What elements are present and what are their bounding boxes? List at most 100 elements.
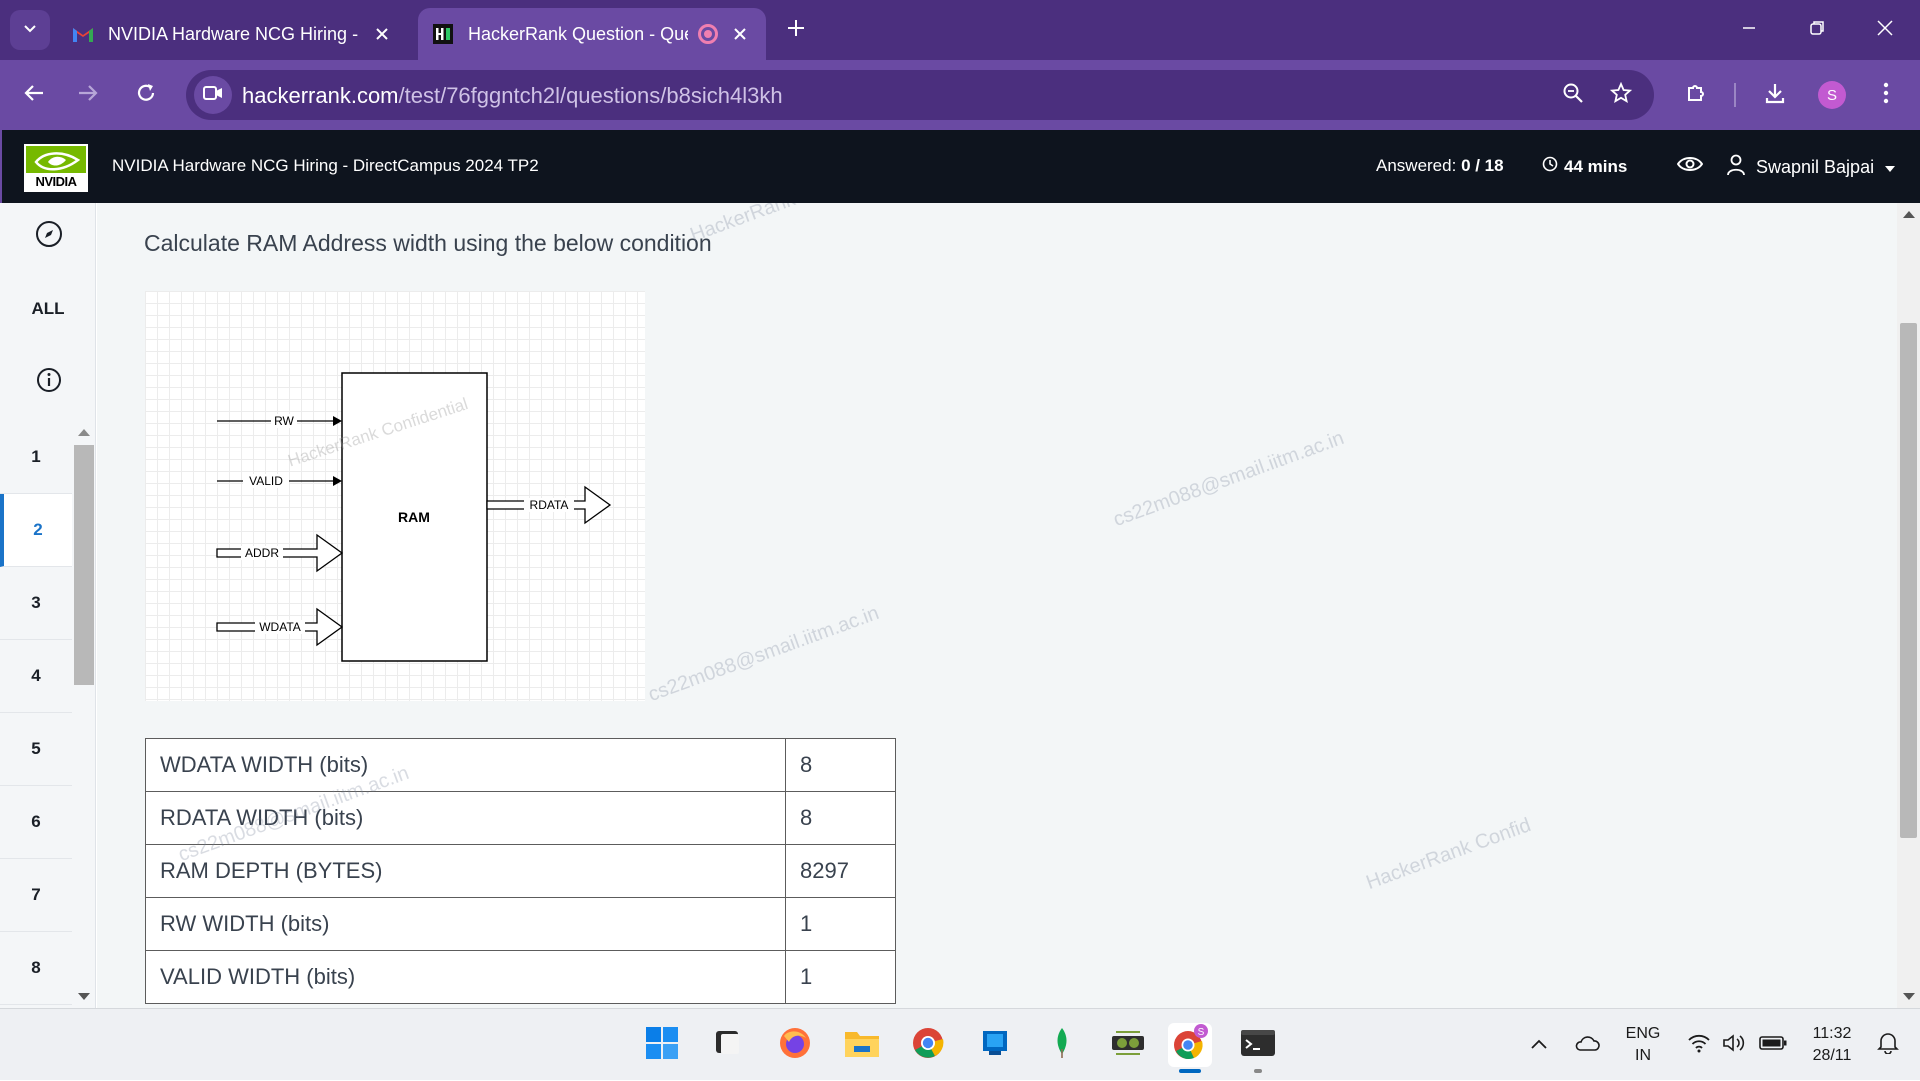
tab-gmail[interactable]: NVIDIA Hardware NCG Hiring - bbox=[58, 8, 408, 60]
bookmark-button[interactable] bbox=[1606, 80, 1636, 110]
puzzle-icon bbox=[1685, 82, 1707, 109]
param-cell: RAM DEPTH (BYTES) bbox=[145, 844, 786, 898]
param-cell: WDATA WIDTH (bits) bbox=[145, 738, 786, 792]
reload-button[interactable] bbox=[126, 75, 166, 115]
page-scrollbar[interactable] bbox=[1897, 203, 1920, 1008]
gpu-tool-icon bbox=[1110, 1028, 1146, 1063]
taskbar-file-manager[interactable] bbox=[706, 1023, 750, 1067]
extensions-button[interactable] bbox=[1676, 75, 1716, 115]
test-header: NVIDIA NVIDIA Hardware NCG Hiring - Dire… bbox=[0, 130, 1920, 203]
url-text[interactable]: hackerrank.com/test/76fggntch2l/question… bbox=[242, 83, 783, 109]
taskbar-file-explorer[interactable] bbox=[840, 1023, 884, 1067]
compass-icon bbox=[35, 220, 63, 253]
downloads-button[interactable] bbox=[1755, 75, 1795, 115]
tab-hackerrank[interactable]: HackerRank Question - Que bbox=[418, 8, 766, 60]
zoom-button[interactable] bbox=[1558, 80, 1588, 110]
question-item-1[interactable]: 1 bbox=[0, 421, 72, 494]
wifi-status[interactable] bbox=[1684, 1009, 1714, 1081]
recording-icon bbox=[698, 24, 718, 44]
close-icon[interactable] bbox=[728, 22, 752, 46]
camera-icon bbox=[203, 85, 223, 106]
question-text: Calculate RAM Address width using the be… bbox=[144, 230, 712, 256]
all-questions-link[interactable]: ALL bbox=[0, 299, 95, 319]
taskbar-chrome[interactable] bbox=[906, 1023, 950, 1067]
battery-status[interactable] bbox=[1756, 1009, 1790, 1081]
question-item-4[interactable]: 4 bbox=[0, 640, 72, 713]
scroll-down-icon[interactable] bbox=[1903, 993, 1915, 1000]
chrome-menu-button[interactable] bbox=[1866, 75, 1906, 115]
active-app-indicator bbox=[1179, 1069, 1201, 1073]
taskbar-gpu-tool[interactable] bbox=[1106, 1023, 1150, 1067]
taskbar-terminal[interactable] bbox=[1236, 1023, 1280, 1073]
valid-arrowhead bbox=[333, 476, 342, 486]
question-item-7[interactable]: 7 bbox=[0, 859, 72, 932]
scroll-up-icon[interactable] bbox=[78, 429, 90, 436]
info-icon bbox=[36, 367, 62, 398]
question-item-8[interactable]: 8 bbox=[0, 932, 72, 1005]
volume-icon bbox=[1722, 1033, 1748, 1058]
spec-table: WDATA WIDTH (bits) 8 RDATA WIDTH (bits) 8 … bbox=[145, 738, 896, 1004]
table-row: RAM DEPTH (BYTES) 8297 bbox=[145, 844, 896, 898]
mongodb-icon bbox=[1053, 1027, 1071, 1064]
back-button[interactable] bbox=[14, 75, 54, 115]
answered-label: Answered: bbox=[1376, 156, 1457, 175]
windows-start-button[interactable] bbox=[640, 1023, 684, 1067]
system-clock[interactable]: 11:32 28/11 bbox=[1800, 1023, 1864, 1067]
scroll-up-icon[interactable] bbox=[1903, 211, 1915, 218]
param-cell: RW WIDTH (bits) bbox=[145, 897, 786, 951]
scroll-down-icon[interactable] bbox=[78, 993, 90, 1000]
show-hidden-icons-button[interactable] bbox=[1524, 1009, 1554, 1081]
taskbar-store[interactable] bbox=[973, 1023, 1017, 1067]
running-app-indicator bbox=[1254, 1069, 1262, 1073]
scrollbar-thumb[interactable] bbox=[1900, 323, 1917, 838]
more-vertical-icon bbox=[1883, 82, 1889, 109]
question-item-2[interactable]: 2 bbox=[0, 494, 72, 567]
notification-center-button[interactable] bbox=[1870, 1009, 1906, 1081]
onedrive-button[interactable] bbox=[1570, 1009, 1604, 1081]
url-path: /test/76fggntch2l/questions/b8sich4l3kh bbox=[398, 83, 783, 108]
address-bar[interactable]: hackerrank.com/test/76fggntch2l/question… bbox=[186, 70, 1654, 120]
ram-block-diagram: RAM RW VALID ADDR WDATA RDATA HackerRank… bbox=[145, 291, 645, 701]
scrollbar-thumb[interactable] bbox=[74, 445, 94, 685]
user-icon bbox=[1726, 154, 1746, 181]
value-cell: 1 bbox=[785, 950, 896, 1004]
language-indicator[interactable]: ENG IN bbox=[1618, 1023, 1668, 1067]
answered-value: 0 / 18 bbox=[1461, 156, 1504, 175]
timer: 44 mins bbox=[1542, 156, 1627, 177]
rdata-label: RDATA bbox=[530, 498, 569, 512]
taskbar-chrome-profile[interactable]: S bbox=[1168, 1023, 1212, 1073]
gmail-icon bbox=[72, 23, 94, 45]
taskbar-mongodb[interactable] bbox=[1040, 1023, 1084, 1067]
wdata-label: WDATA bbox=[259, 620, 301, 634]
info-button[interactable] bbox=[34, 367, 64, 397]
profile-avatar[interactable]: S bbox=[1818, 81, 1846, 109]
question-list-scrollbar[interactable] bbox=[72, 421, 95, 1008]
tab-title: NVIDIA Hardware NCG Hiring - bbox=[108, 23, 359, 44]
site-info-button[interactable] bbox=[194, 76, 232, 114]
volume-status[interactable] bbox=[1720, 1009, 1750, 1081]
new-tab-button[interactable] bbox=[780, 14, 812, 46]
svg-text:S: S bbox=[1198, 1027, 1205, 1038]
nvidia-logo-text: NVIDIA bbox=[26, 173, 86, 190]
compass-button[interactable] bbox=[34, 220, 64, 253]
question-list: 1 2 3 4 5 6 7 8 bbox=[0, 421, 72, 1005]
close-icon[interactable] bbox=[370, 22, 394, 46]
windows-taskbar: S ENG IN 11:32 28/11 bbox=[0, 1008, 1920, 1080]
user-menu[interactable]: Swapnil Bajpai bbox=[1726, 154, 1896, 181]
close-window-button[interactable] bbox=[1860, 10, 1910, 50]
minimize-button[interactable] bbox=[1724, 10, 1774, 50]
tab-search-button[interactable] bbox=[10, 10, 50, 50]
nvidia-eye-icon bbox=[34, 152, 81, 171]
language-code: ENG bbox=[1625, 1025, 1661, 1042]
proctor-view-button[interactable] bbox=[1676, 154, 1704, 178]
question-item-5[interactable]: 5 bbox=[0, 713, 72, 786]
question-item-6[interactable]: 6 bbox=[0, 786, 72, 859]
clock-time: 11:32 bbox=[1812, 1025, 1852, 1042]
time-left: 44 mins bbox=[1564, 156, 1628, 176]
question-item-3[interactable]: 3 bbox=[0, 567, 72, 640]
taskbar-firefox[interactable] bbox=[773, 1023, 817, 1067]
caret-down-icon bbox=[1884, 157, 1896, 178]
table-row: VALID WIDTH (bits) 1 bbox=[145, 950, 896, 1004]
forward-button[interactable] bbox=[68, 75, 108, 115]
restore-button[interactable] bbox=[1792, 10, 1842, 50]
